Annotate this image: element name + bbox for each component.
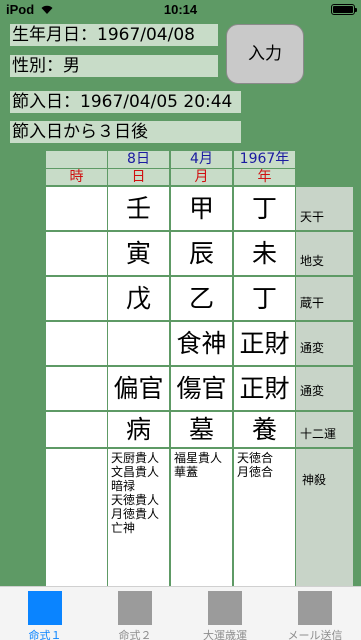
row-label-tenkan: 天干: [296, 187, 353, 230]
days-after-setsuiri: 節入日から３日後: [10, 121, 241, 143]
gender-label: 性別：: [12, 56, 63, 76]
tab-mail-send[interactable]: メール送信: [270, 587, 360, 640]
cell-tsuhen1-year: 正財: [234, 322, 295, 365]
header-year: 1967年: [234, 151, 295, 168]
shinsatsu-item: 天厨貴人: [111, 451, 160, 465]
shinsatsu-item: 天徳貴人: [111, 493, 160, 507]
shinsatsu-item: 暗禄: [111, 479, 136, 493]
row-label-juniun: 十二運: [296, 412, 353, 447]
shinsatsu-item: 月徳貴人: [111, 507, 160, 521]
cell-zoukan-year: 丁: [234, 277, 295, 320]
gender-value: 男: [63, 56, 80, 76]
row-label-shinsatsu: 神殺: [296, 449, 353, 586]
pillar-month: 月: [171, 169, 232, 185]
battery-icon: [331, 4, 357, 15]
header-month: 4月: [171, 151, 232, 168]
cell-zoukan-day: 戊: [108, 277, 169, 320]
cell-tsuhen2-year: 正財: [234, 367, 295, 410]
row-label-tsuhen-2: 通変: [296, 367, 353, 410]
cell-tsuhen1-hour: [46, 322, 107, 365]
header-hour: [46, 151, 107, 168]
clock: 10:14: [163, 2, 198, 17]
row-label-chishi: 地支: [296, 232, 353, 275]
tab-label: メール送信: [287, 629, 343, 640]
pillar-hour: 時: [46, 169, 107, 185]
tab-meishiki-1[interactable]: 命式１: [0, 587, 90, 640]
square-icon: [208, 591, 242, 625]
tab-bar: 命式１ 命式２ 大運歳運 メール送信: [0, 586, 361, 640]
shinsatsu-item: 福星貴人: [174, 451, 223, 465]
cell-tenkan-day: 壬: [108, 187, 169, 230]
cell-shinsatsu-year: 天徳合 月徳合: [234, 449, 295, 586]
cell-zoukan-hour: [46, 277, 107, 320]
pillar-day: 日: [108, 169, 169, 185]
shinsatsu-item: 月徳合: [237, 465, 274, 479]
input-button[interactable]: 入力: [226, 24, 304, 84]
tab-label: 命式２: [118, 629, 152, 640]
cell-shinsatsu-hour: [46, 449, 107, 586]
cell-juniun-year: 養: [234, 412, 295, 447]
header-day: 8日: [108, 151, 169, 168]
setsuiri-value: 1967/04/05 20:44: [80, 92, 233, 112]
shinsatsu-item: 天徳合: [237, 451, 274, 465]
birth-date-value: 1967/04/08: [97, 25, 195, 45]
shinsatsu-item: 文昌貴人: [111, 465, 160, 479]
pillar-year: 年: [234, 169, 295, 185]
cell-shinsatsu-day: 天厨貴人 文昌貴人 暗禄 天徳貴人 月徳貴人 亡神: [108, 449, 169, 586]
cell-juniun-month: 墓: [171, 412, 232, 447]
cell-tsuhen1-month: 食神: [171, 322, 232, 365]
birth-date-label: 生年月日：: [12, 25, 97, 45]
tab-taiun-saiun[interactable]: 大運歳運: [180, 587, 270, 640]
tab-meishiki-2[interactable]: 命式２: [90, 587, 180, 640]
cell-tsuhen2-day: 偏官: [108, 367, 169, 410]
tab-label: 大運歳運: [203, 629, 247, 640]
cell-tenkan-year: 丁: [234, 187, 295, 230]
cell-shinsatsu-month: 福星貴人 華蓋: [171, 449, 232, 586]
square-icon: [298, 591, 332, 625]
cell-tenkan-hour: [46, 187, 107, 230]
square-icon: [28, 591, 62, 625]
setsuiri-field: 節入日：1967/04/05 20:44: [10, 91, 241, 113]
shinsatsu-item: 亡神: [111, 521, 136, 535]
cell-chishi-month: 辰: [171, 232, 232, 275]
cell-tsuhen2-hour: [46, 367, 107, 410]
gender-field[interactable]: 性別：男: [10, 55, 218, 77]
cell-zoukan-month: 乙: [171, 277, 232, 320]
tab-label: 命式１: [28, 629, 62, 640]
cell-chishi-year: 未: [234, 232, 295, 275]
cell-tenkan-month: 甲: [171, 187, 232, 230]
square-icon: [118, 591, 152, 625]
cell-juniun-hour: [46, 412, 107, 447]
cell-tsuhen2-month: 傷官: [171, 367, 232, 410]
setsuiri-label: 節入日：: [12, 92, 80, 112]
row-label-zoukan: 蔵干: [296, 277, 353, 320]
cell-chishi-day: 寅: [108, 232, 169, 275]
birth-date-field[interactable]: 生年月日：1967/04/08: [10, 24, 218, 46]
cell-juniun-day: 病: [108, 412, 169, 447]
cell-tsuhen1-day: [108, 322, 169, 365]
cell-chishi-hour: [46, 232, 107, 275]
row-label-tsuhen-1: 通変: [296, 322, 353, 365]
shinsatsu-item: 華蓋: [174, 465, 199, 479]
status-bar: iPod 10:14: [0, 0, 361, 20]
